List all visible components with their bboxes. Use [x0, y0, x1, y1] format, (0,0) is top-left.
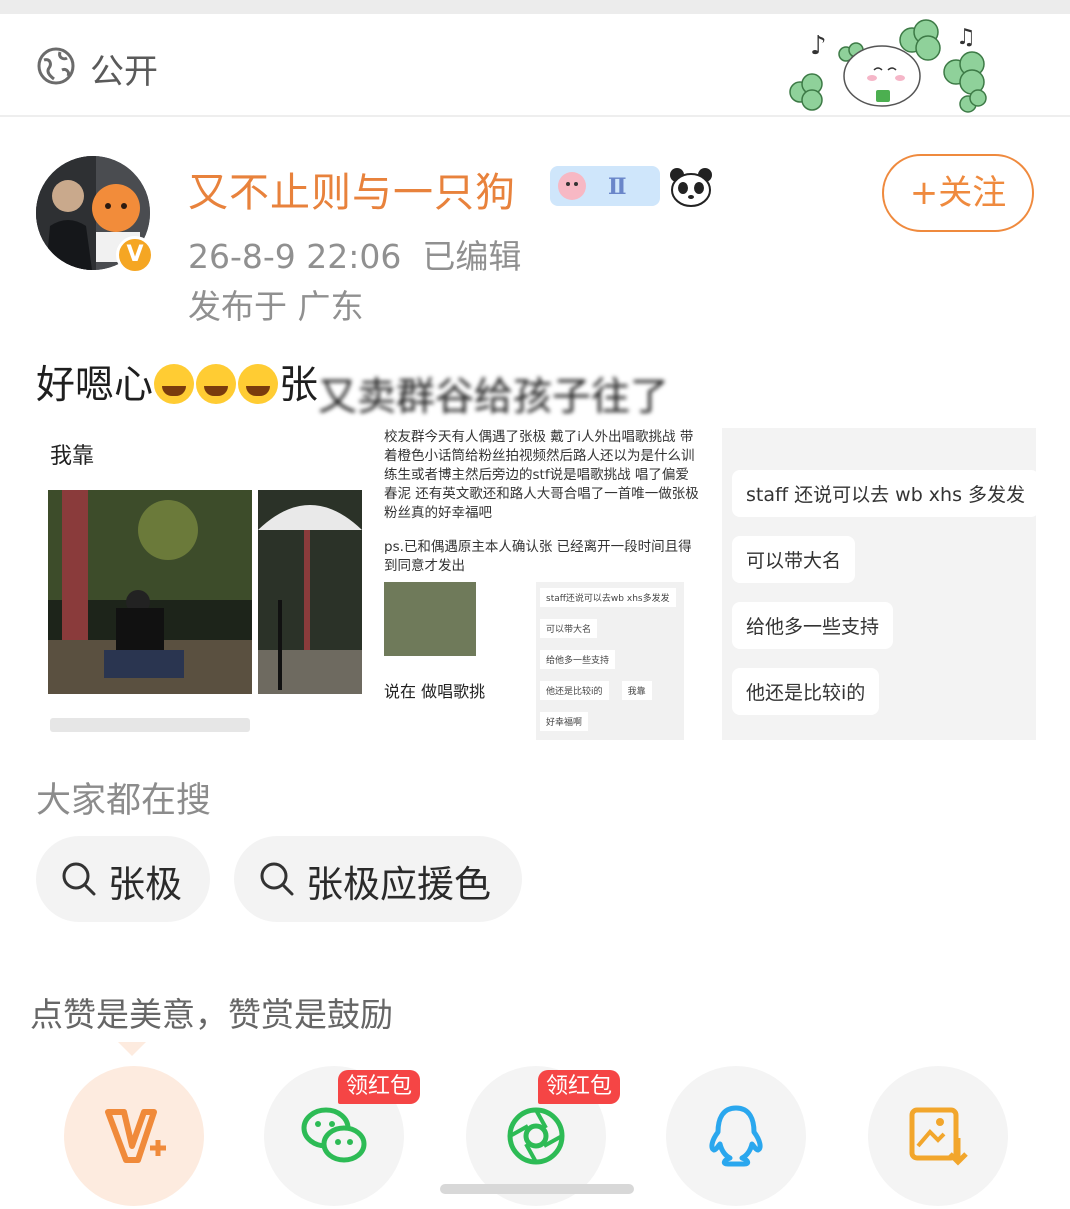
photo-night-park	[48, 490, 252, 694]
pointer-triangle	[118, 1042, 146, 1056]
image-text-block: 校友群今天有人偶遇了张极 戴了i人外出唱歌挑战 带着橙色小话筒给粉丝拍视频然后路…	[384, 429, 699, 521]
post-location: 发布于 广东	[188, 287, 364, 326]
image-caption: 我靠	[50, 444, 95, 469]
author-name[interactable]: 又不止则与一只狗	[188, 160, 516, 218]
reward-title: 点赞是美意，赞赏是鼓励	[30, 995, 393, 1034]
search-chip-label: 张极	[108, 863, 182, 906]
post-image-3[interactable]: staff 还说可以去 wb xhs 多发发 可以带大名 给他多一些支持 他还是…	[722, 428, 1036, 740]
save-image-icon	[909, 1107, 968, 1166]
chat-bubble: 可以带大名	[732, 536, 856, 583]
laugh-cry-emoji	[238, 364, 279, 404]
home-indicator[interactable]	[440, 1184, 634, 1194]
member-badge[interactable]: Ⅱ	[550, 166, 660, 206]
svg-text:♫: ♫	[956, 25, 976, 50]
blurred-text: 又卖群谷给孩子往了	[318, 375, 670, 420]
visibility-bar: 公开 ♪ ♫	[0, 14, 1070, 117]
search-chip-label: 张极应援色	[306, 863, 491, 906]
panda-icon	[670, 168, 712, 207]
search-icon	[260, 862, 294, 896]
image-thumbnail	[384, 582, 476, 656]
clover-decoration: ♪ ♫	[789, 19, 987, 113]
post-image-2[interactable]: 校友群今天有人偶遇了张极 戴了i人外出唱歌挑战 带着橙色小话筒给粉丝拍视频然后路…	[378, 428, 708, 740]
svg-text:Ⅱ: Ⅱ	[608, 174, 627, 200]
chat-bubble: staff 还说可以去 wb xhs 多发发	[732, 470, 1036, 517]
wechat-icon	[301, 1107, 367, 1163]
redpacket-badge: 领红包	[338, 1070, 421, 1104]
reward-v-icon	[105, 1109, 166, 1163]
visibility-label[interactable]: 公开	[90, 44, 158, 93]
follow-button[interactable]: +关注	[882, 154, 1034, 232]
image-chat-preview: staff还说可以去wb xhs多发发 可以带大名 给他多一些支持 他还是比较i…	[536, 582, 684, 740]
share-qq-button[interactable]	[666, 1066, 806, 1206]
moments-icon	[507, 1107, 565, 1165]
search-icon	[62, 862, 96, 896]
reward-button[interactable]	[64, 1066, 204, 1206]
image-ps-note: ps.已和偶遇原主本人确认张 已经离开一段时间且得到同意才发出	[384, 539, 692, 574]
laugh-cry-emoji	[196, 364, 237, 404]
qq-icon	[709, 1105, 763, 1167]
chat-bubble: 给他多一些支持	[732, 602, 894, 649]
image-subtitle: 说在 做唱歌挑	[384, 682, 486, 701]
search-chip[interactable]: 张极	[36, 836, 210, 922]
redpacket-badge: 领红包	[538, 1070, 621, 1104]
post-image-1[interactable]: 我靠	[36, 428, 362, 740]
search-chip[interactable]: 张极应援色	[234, 836, 522, 922]
image-footer-faded	[50, 718, 250, 732]
edited-label: 已编辑	[422, 237, 522, 276]
trending-search-title: 大家都在搜	[36, 781, 212, 821]
laugh-cry-emoji	[154, 364, 195, 404]
chat-bubble: 他还是比较i的	[732, 668, 880, 715]
verified-badge: V	[116, 236, 154, 274]
globe-icon	[37, 47, 75, 85]
svg-text:♪: ♪	[810, 31, 827, 61]
status-strip	[0, 0, 1070, 14]
photo-umbrella	[258, 490, 362, 694]
post-timestamp: 26-8-9 22:06 已编辑	[188, 237, 522, 276]
post-text: 好嗯心张又卖群谷给孩子往了	[36, 354, 748, 420]
save-image-button[interactable]	[868, 1066, 1008, 1206]
